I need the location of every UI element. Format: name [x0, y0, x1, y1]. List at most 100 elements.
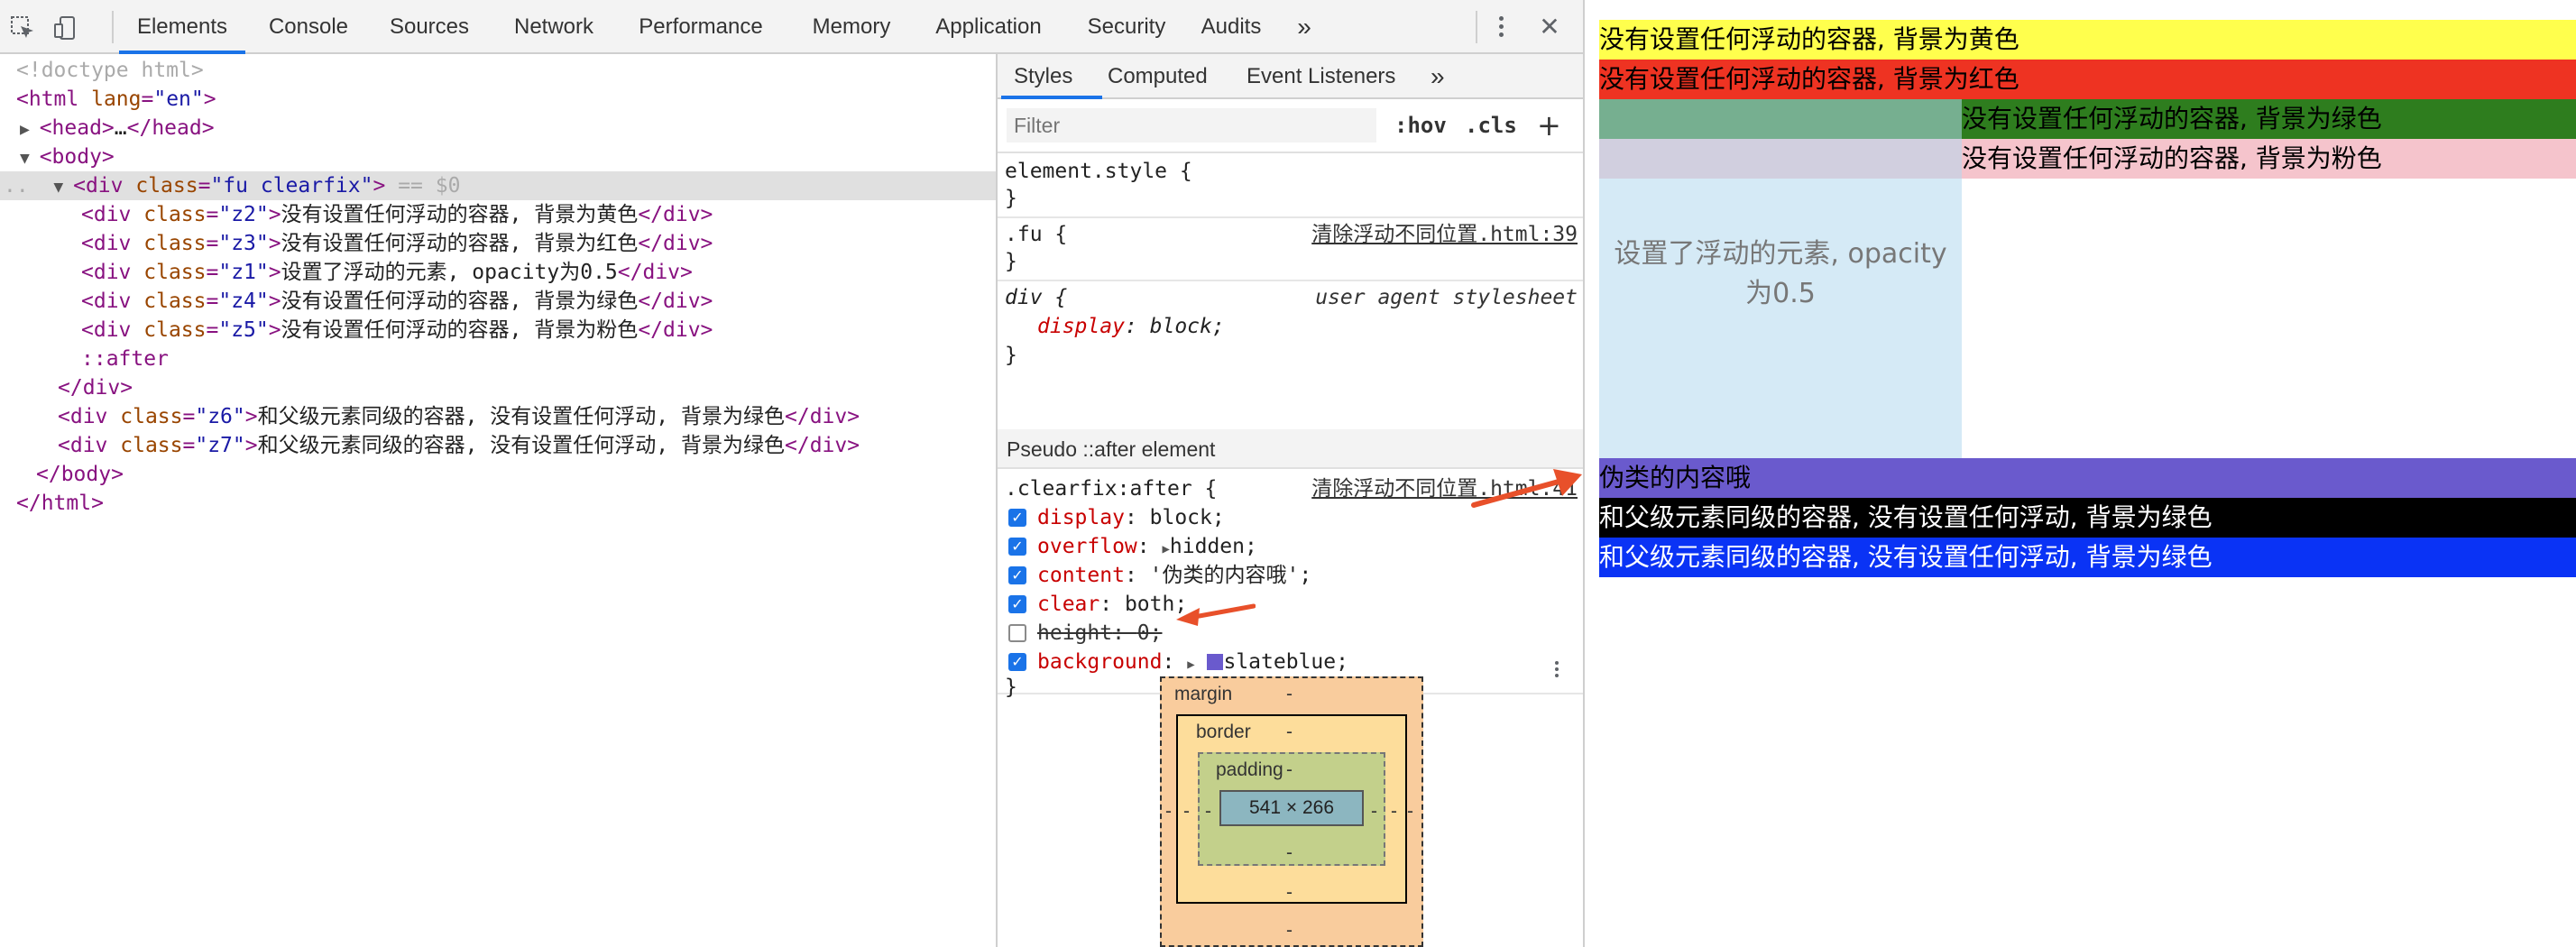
padding-left-value[interactable]: -: [1205, 801, 1211, 823]
block-pseudo-after: 伪类的内容哦: [1599, 458, 2576, 498]
border-top-value[interactable]: -: [1286, 722, 1293, 743]
decl-display[interactable]: display: block;: [1037, 503, 1225, 532]
close-devtools-button[interactable]: ✕: [1533, 11, 1566, 43]
dom-line-html-close[interactable]: </html>: [16, 489, 104, 518]
rule-options-icon[interactable]: [1548, 658, 1566, 685]
color-swatch[interactable]: [1207, 654, 1224, 670]
hover-state-button[interactable]: :hov: [1394, 108, 1447, 143]
padding-label: padding: [1216, 759, 1283, 780]
rule-fu: .fu { 清除浮动不同位置.html:39 }: [998, 218, 1583, 281]
tab-styles[interactable]: Styles: [1014, 54, 1072, 99]
rule-selector[interactable]: element.style {: [1005, 157, 1192, 186]
rule-close-brace: }: [1005, 250, 1017, 273]
border-bottom-value[interactable]: -: [1286, 882, 1293, 904]
more-subtabs-button[interactable]: »: [1431, 54, 1445, 99]
decl-height-disabled[interactable]: height: 0;: [1037, 619, 1163, 648]
dom-line-z2[interactable]: <div class="z2">没有设置任何浮动的容器, 背景为黄色</div>: [81, 200, 713, 229]
dom-line-z6[interactable]: <div class="z6">和父级元素同级的容器, 没有设置任何浮动, 背景…: [58, 402, 860, 431]
rule-source-link[interactable]: 清除浮动不同位置.html:39: [1311, 220, 1578, 249]
decl-clear[interactable]: clear: both;: [1037, 590, 1187, 619]
border-right-value[interactable]: -: [1391, 801, 1397, 823]
margin-right-value[interactable]: -: [1407, 801, 1413, 823]
dom-line-after[interactable]: ::after: [81, 345, 169, 373]
dom-tree: <!doctype html> <html lang="en"> ▶ <head…: [0, 54, 996, 947]
block-yellow: 没有设置任何浮动的容器, 背景为黄色: [1599, 20, 2576, 60]
margin-bottom-value[interactable]: -: [1286, 920, 1293, 942]
styles-filter-bar: :hov .cls +: [998, 99, 1583, 153]
property-checkbox-display[interactable]: ✓: [1008, 509, 1026, 527]
page-preview: 没有设置任何浮动的容器, 背景为黄色 没有设置任何浮动的容器, 背景为红色 没有…: [1583, 0, 2576, 947]
rule-div-ua: div { user agent stylesheet display: blo…: [998, 281, 1583, 429]
toolbar-divider: [112, 11, 114, 43]
rule-close-brace: }: [1005, 187, 1017, 210]
new-style-rule-button[interactable]: +: [1537, 108, 1561, 143]
dom-line-z5[interactable]: <div class="z5">没有设置任何浮动的容器, 背景为粉色</div>: [81, 316, 713, 345]
decl-content[interactable]: content: '伪类的内容哦';: [1037, 561, 1311, 590]
pseudo-element-header: Pseudo ::after element: [998, 429, 1583, 469]
tab-network[interactable]: Network: [498, 0, 610, 54]
block-red: 没有设置任何浮动的容器, 背景为红色: [1599, 60, 2576, 99]
annotation-arrow-icon: [1470, 465, 1586, 510]
padding-right-value[interactable]: -: [1371, 801, 1377, 823]
devtools-toolbar: Elements Console Sources Network Perform…: [0, 0, 1583, 54]
tab-sources[interactable]: Sources: [372, 0, 487, 54]
padding-top-value[interactable]: -: [1286, 759, 1293, 781]
rule-close-brace: }: [1005, 344, 1017, 367]
box-content-size[interactable]: 541 × 266: [1219, 790, 1364, 826]
class-toggle-button[interactable]: .cls: [1465, 108, 1517, 143]
expand-shorthand-icon[interactable]: ▶: [1187, 657, 1194, 672]
float-box-text: 设置了浮动的元素, opacity为0.5: [1614, 238, 1947, 309]
border-left-value[interactable]: -: [1183, 801, 1190, 823]
dom-line-z7[interactable]: <div class="z7">和父级元素同级的容器, 没有设置任何浮动, 背景…: [58, 431, 860, 460]
tab-memory[interactable]: Memory: [792, 0, 911, 54]
decl-background[interactable]: background: ▶ slateblue;: [1037, 648, 1348, 676]
tab-audits[interactable]: Audits: [1191, 0, 1272, 54]
margin-label: margin: [1174, 684, 1233, 704]
tab-computed[interactable]: Computed: [1108, 54, 1208, 99]
styles-filter-input[interactable]: [1007, 108, 1376, 143]
padding-bottom-value[interactable]: -: [1286, 842, 1293, 864]
ua-stylesheet-label: user agent stylesheet: [1315, 286, 1578, 309]
collapse-triangle-icon[interactable]: ▼: [53, 178, 73, 197]
dom-line-doctype[interactable]: <!doctype html>: [16, 56, 204, 85]
dom-line-body[interactable]: ▼ <body>: [20, 143, 115, 171]
block-sibling-black: 和父级元素同级的容器, 没有设置任何浮动, 背景为绿色: [1599, 498, 2576, 538]
property-checkbox-content[interactable]: ✓: [1008, 566, 1026, 584]
dom-line-body-close[interactable]: </body>: [36, 460, 124, 489]
expand-shorthand-icon[interactable]: ▶: [1162, 542, 1169, 556]
ua-declaration: display: block;: [1037, 315, 1225, 338]
more-options-icon[interactable]: [1492, 13, 1510, 41]
dom-line-fu-clearfix[interactable]: .. ▼ <div class="fu clearfix"> == $0: [4, 171, 460, 200]
more-tabs-button[interactable]: »: [1286, 0, 1322, 54]
tab-elements[interactable]: Elements: [119, 0, 245, 54]
property-checkbox-background[interactable]: ✓: [1008, 653, 1026, 671]
dom-line-z1[interactable]: <div class="z1">设置了浮动的元素, opacity为0.5</d…: [81, 258, 693, 287]
dom-line-html[interactable]: <html lang="en">: [16, 85, 216, 114]
inspect-element-icon[interactable]: [9, 14, 36, 41]
decl-overflow[interactable]: overflow: ▶hidden;: [1037, 532, 1257, 561]
property-checkbox-overflow[interactable]: ✓: [1008, 538, 1026, 556]
sidebar-tabs: Styles Computed Event Listeners »: [998, 54, 1583, 99]
rule-selector[interactable]: .clearfix:after {: [1005, 474, 1217, 503]
tab-event-listeners[interactable]: Event Listeners: [1247, 54, 1395, 99]
dom-line-head[interactable]: ▶ <head>…</head>: [20, 114, 215, 143]
annotation-arrow-icon: [1174, 601, 1256, 628]
margin-left-value[interactable]: -: [1165, 801, 1172, 823]
property-checkbox-height[interactable]: [1008, 624, 1026, 642]
margin-top-value[interactable]: -: [1286, 684, 1293, 705]
tab-console[interactable]: Console: [254, 0, 363, 54]
tab-security[interactable]: Security: [1070, 0, 1183, 54]
dom-line-z4[interactable]: <div class="z4">没有设置任何浮动的容器, 背景为绿色</div>: [81, 287, 713, 316]
tab-performance[interactable]: Performance: [619, 0, 783, 54]
rule-selector[interactable]: .fu {: [1005, 220, 1067, 249]
expand-triangle-icon[interactable]: ▶: [20, 120, 40, 139]
dom-line-z3[interactable]: <div class="z3">没有设置任何浮动的容器, 背景为红色</div>: [81, 229, 713, 258]
rule-element-style: element.style { }: [998, 153, 1583, 218]
collapse-triangle-icon[interactable]: ▼: [20, 149, 40, 168]
property-checkbox-clear[interactable]: ✓: [1008, 595, 1026, 613]
device-toolbar-icon[interactable]: [52, 14, 79, 41]
tab-application[interactable]: Application: [916, 0, 1061, 54]
dom-line-div-close[interactable]: </div>: [58, 373, 133, 402]
box-model-diagram: margin - - - - border - - - - padding - …: [1160, 676, 1423, 947]
toolbar-divider-right: [1476, 11, 1477, 43]
